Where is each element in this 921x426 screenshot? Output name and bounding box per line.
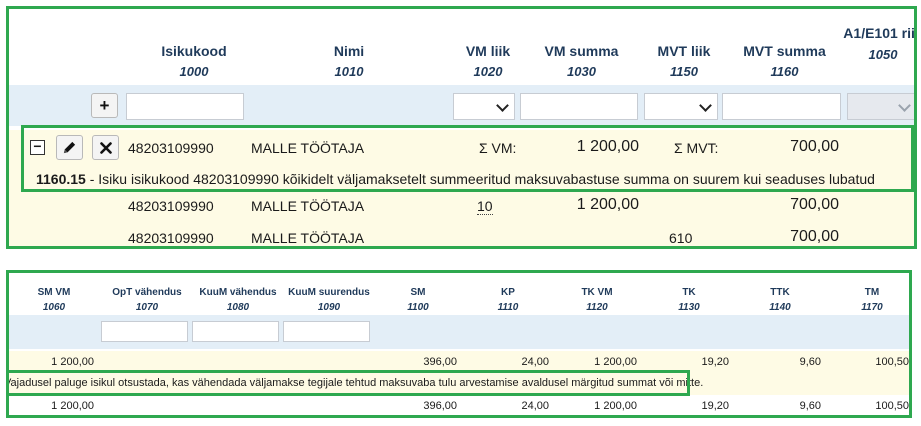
col-header-label: TTK (770, 287, 790, 298)
col-header-kp[interactable]: KP 1110 (483, 287, 533, 313)
col-header-label: TM (864, 287, 880, 298)
col-header-label: Nimi (333, 43, 365, 59)
table-row[interactable]: 1 200,00 396,00 24,00 1 200,00 19,20 9,6… (9, 395, 909, 415)
plus-icon: + (99, 95, 110, 115)
col-header-tk[interactable]: TK 1130 (664, 287, 714, 313)
col-header-ttk[interactable]: TTK 1140 (755, 287, 805, 313)
row-vm-summa: 1 200,00 (576, 196, 639, 213)
col-header-label: MVT liik (657, 43, 711, 59)
filter-bar (9, 315, 909, 349)
col-header-label: VM summa (544, 43, 619, 59)
col-header-label: SM (410, 287, 426, 298)
row-nimi: MALLE TÖÖTAJA (251, 198, 365, 214)
top-grid-panel: Isikukood 1000 Nimi 1010 VM liik 1020 VM… (6, 6, 917, 249)
riik-filter-select (847, 93, 914, 120)
row-isikukood: 48203109990 (128, 198, 214, 214)
col-header-tk-vm[interactable]: TK VM 1120 (572, 287, 622, 313)
row-tk: 19,20 (701, 400, 729, 412)
col-header-code: 1170 (861, 302, 883, 313)
col-header-code: 1000 (179, 64, 209, 79)
row-kp: 24,00 (521, 356, 549, 368)
col-header-code: 1110 (497, 302, 519, 313)
mvt-liik-link[interactable]: 610 (669, 230, 693, 246)
row-tk-vm: 1 200,00 (594, 400, 637, 412)
chevron-down-icon (898, 99, 911, 112)
col-header-mvt-summa[interactable]: MVT summa 1160 (727, 43, 842, 79)
col-header-code: 1010 (334, 64, 364, 79)
chevron-down-icon (699, 99, 712, 112)
row-sm: 396,00 (423, 400, 457, 412)
col-header-sm-vm[interactable]: SM VM 1060 (19, 287, 89, 313)
row-mvt-liik[interactable]: 610 (669, 230, 693, 246)
col-header-tm[interactable]: TM 1170 (847, 287, 897, 313)
col-header-code: 1080 (226, 302, 250, 313)
row-isikukood: 48203109990 (128, 230, 214, 246)
kuum-vahendus-filter-input[interactable] (192, 321, 279, 342)
col-header-label: OpT vähendus (112, 287, 182, 298)
row-vm-liik[interactable]: 10 (477, 198, 493, 215)
col-header-code: 1020 (473, 64, 503, 79)
chevron-down-icon (496, 99, 509, 112)
col-header-opt-vahendus[interactable]: OpT vähendus 1070 (102, 287, 192, 313)
col-header-code: 1050 (868, 47, 898, 62)
row-sm-vm: 1 200,00 (51, 356, 94, 368)
col-header-vm-liik[interactable]: VM liik 1020 (449, 43, 527, 79)
col-header-kuum-vahendus[interactable]: KuuM vähendus 1080 (193, 287, 283, 313)
col-header-code: 1070 (135, 302, 159, 313)
col-header-code: 1130 (678, 302, 700, 313)
vm-liik-link[interactable]: 10 (477, 198, 493, 215)
table-row[interactable]: 48203109990 MALLE TÖÖTAJA 10 1 200,00 70… (9, 194, 914, 223)
mvt-liik-filter-select[interactable] (644, 93, 718, 120)
col-header-code: 1100 (407, 302, 429, 313)
col-header-kuum-suurendus[interactable]: KuuM suurendus 1090 (281, 287, 377, 313)
warning-highlight-box (9, 370, 690, 396)
add-row-button[interactable]: + (91, 93, 118, 118)
col-header-label: TK VM (581, 287, 613, 298)
row-mvt-summa: 700,00 (790, 196, 839, 213)
table-row[interactable]: 48203109990 MALLE TÖÖTAJA 610 700,00 (9, 223, 914, 246)
col-header-label: SM VM (37, 287, 71, 298)
row-ttk: 9,60 (799, 356, 821, 368)
col-header-label: KuuM vähendus (199, 287, 277, 298)
col-header-sm[interactable]: SM 1100 (393, 287, 443, 313)
col-header-code: 1160 (770, 64, 799, 79)
col-header-code: 1150 (670, 64, 698, 79)
col-header-label: KuuM suurendus (288, 287, 370, 298)
row-tk: 19,20 (701, 356, 729, 368)
row-mvt-summa: 700,00 (790, 228, 839, 245)
row-sm-vm: 1 200,00 (51, 400, 94, 412)
col-header-label: A1/E101 riik (843, 25, 917, 41)
col-header-label: KP (501, 287, 515, 298)
col-header-label: MVT summa (743, 43, 826, 59)
col-header-label: VM liik (465, 43, 511, 59)
col-header-code: 1140 (769, 302, 791, 313)
row-tm: 100,50 (875, 356, 909, 368)
col-header-label: TK (682, 287, 696, 298)
row-sm: 396,00 (423, 356, 457, 368)
col-header-code: 1120 (586, 302, 608, 313)
col-header-mvt-liik[interactable]: MVT liik 1150 (645, 43, 723, 79)
row-nimi: MALLE TÖÖTAJA (251, 230, 365, 246)
mvt-summa-filter-input[interactable] (722, 93, 841, 120)
bottom-grid-panel: SM VM 1060 OpT vähendus 1070 KuuM vähend… (6, 270, 912, 418)
col-header-a1-e101-riik[interactable]: A1/E101 riik 1050 (843, 23, 917, 65)
error-highlight-box (21, 125, 914, 192)
kuum-suurendus-filter-input[interactable] (283, 321, 370, 342)
row-tm: 100,50 (875, 400, 909, 412)
col-header-vm-summa[interactable]: VM summa 1030 (529, 43, 634, 79)
col-header-code: 1060 (42, 302, 66, 313)
col-header-code: 1030 (567, 64, 596, 79)
isikukood-filter-input[interactable] (126, 93, 244, 120)
row-kp: 24,00 (521, 400, 549, 412)
vm-summa-filter-input[interactable] (520, 93, 638, 120)
row-ttk: 9,60 (799, 400, 821, 412)
col-header-label: Isikukood (161, 43, 227, 59)
col-header-isikukood[interactable]: Isikukood 1000 (139, 43, 249, 79)
col-header-nimi[interactable]: Nimi 1010 (299, 43, 399, 79)
vm-liik-filter-select[interactable] (453, 93, 515, 120)
col-header-code: 1090 (317, 302, 341, 313)
opt-vahendus-filter-input[interactable] (101, 321, 188, 342)
row-tk-vm: 1 200,00 (594, 356, 637, 368)
filter-bar: + (9, 85, 914, 126)
